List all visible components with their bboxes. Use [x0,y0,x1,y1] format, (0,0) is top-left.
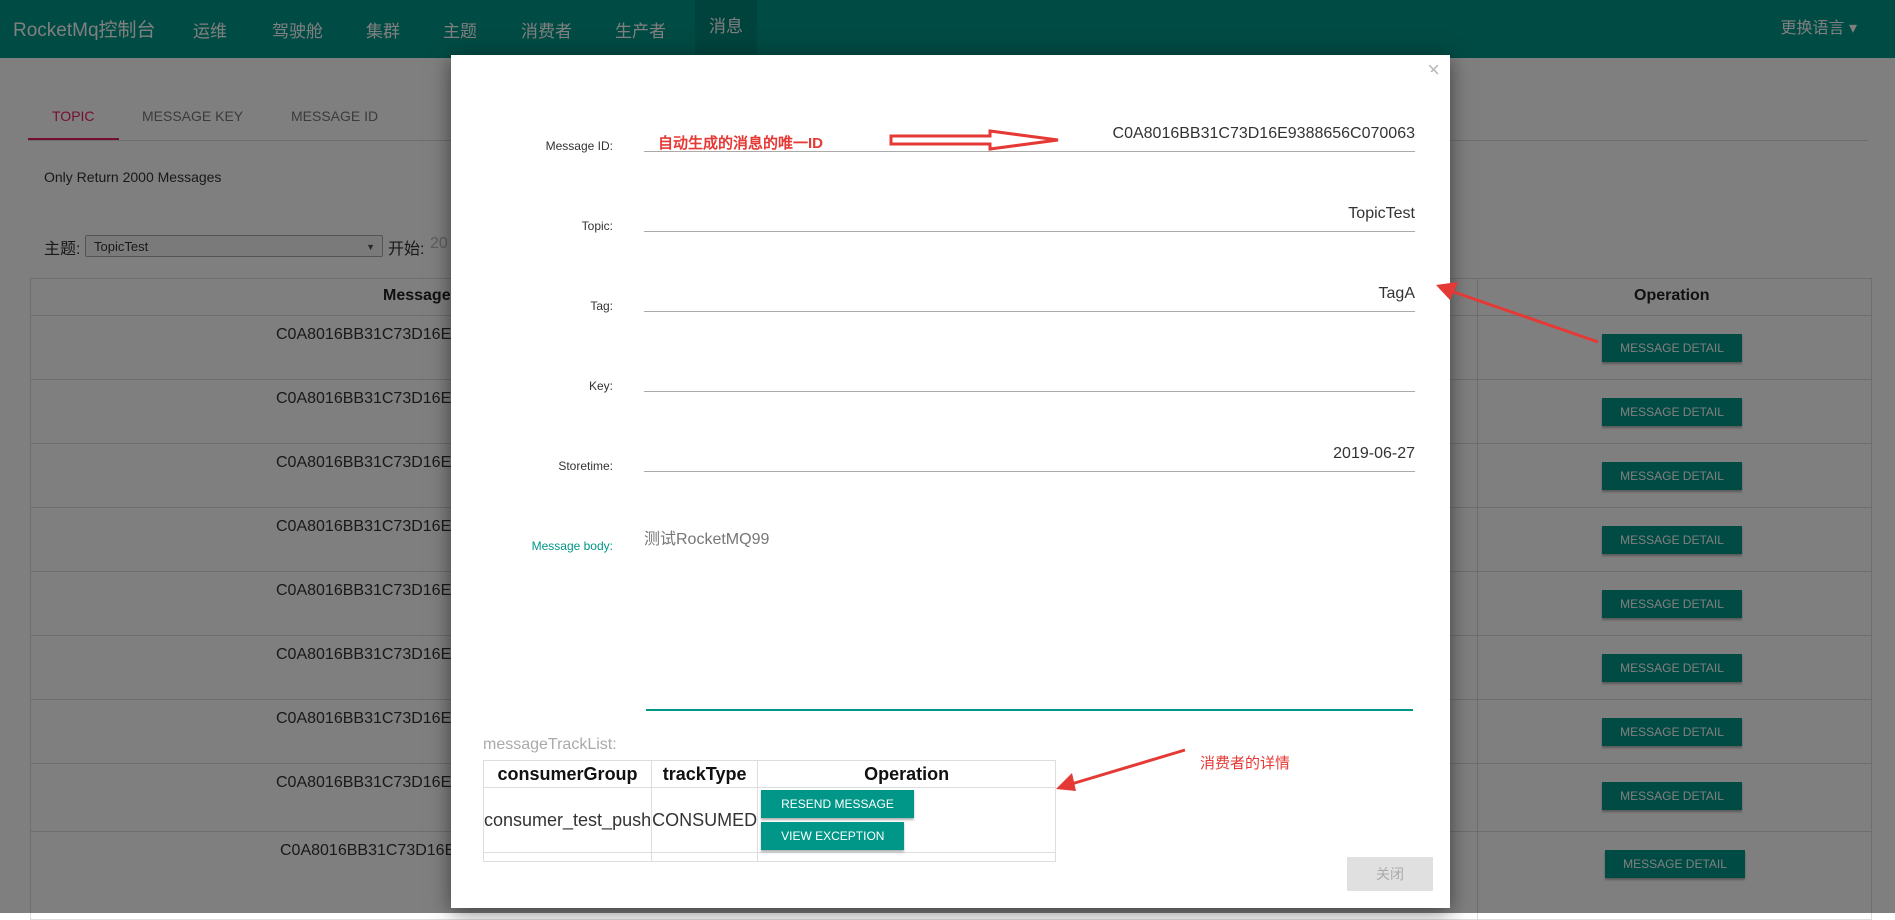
resend-message-button[interactable]: RESEND MESSAGE [761,790,914,818]
key-underline [644,391,1415,392]
table-row: consumer_test_push CONSUMED RESEND MESSA… [482,787,1057,853]
key-label: Key: [588,379,613,393]
tag-label: Tag: [590,299,613,313]
topic-value[interactable]: TopicTest [1348,205,1415,223]
topic-underline [644,231,1415,232]
tag-value[interactable]: TagA [1379,285,1415,303]
column-header-consumer-group: consumerGroup [482,760,653,788]
annotation-consumer-details: 消费者的详情 [1200,755,1291,772]
message-id-value[interactable]: C0A8016BB31C73D16E9388656C070063 [1113,125,1415,143]
column-header-operation: Operation [757,760,1057,788]
annotation-message-id: 自动生成的消息的唯一ID [658,135,824,152]
tag-underline [644,311,1415,312]
column-header-track-type: trackType [651,760,759,788]
message-body-label: Message body: [531,539,613,553]
consumer-group-cell: consumer_test_push [482,787,653,853]
message-body-textarea[interactable]: 测试RocketMQ99 [644,525,769,549]
track-type-cell: CONSUMED [651,787,759,853]
annotation-arrow-icon [1436,282,1599,344]
close-button[interactable]: 关闭 [1347,857,1433,891]
view-exception-button[interactable]: VIEW EXCEPTION [761,822,905,850]
message-track-list-label: messageTrackList: [483,736,617,753]
topic-label: Topic: [581,219,613,233]
table-row-empty [482,852,1057,862]
annotation-arrow-icon [1056,748,1186,791]
storetime-underline [644,471,1415,472]
message-id-label: Message ID: [545,139,613,153]
storetime-value[interactable]: 2019-06-27 [1333,445,1415,463]
storetime-label: Storetime: [558,459,613,473]
message-track-table: consumerGroup trackType Operation consum… [482,760,1057,862]
message-body-underline [646,709,1413,711]
annotation-arrow-icon [889,129,1059,151]
operation-cell: RESEND MESSAGE VIEW EXCEPTION [757,787,1057,853]
